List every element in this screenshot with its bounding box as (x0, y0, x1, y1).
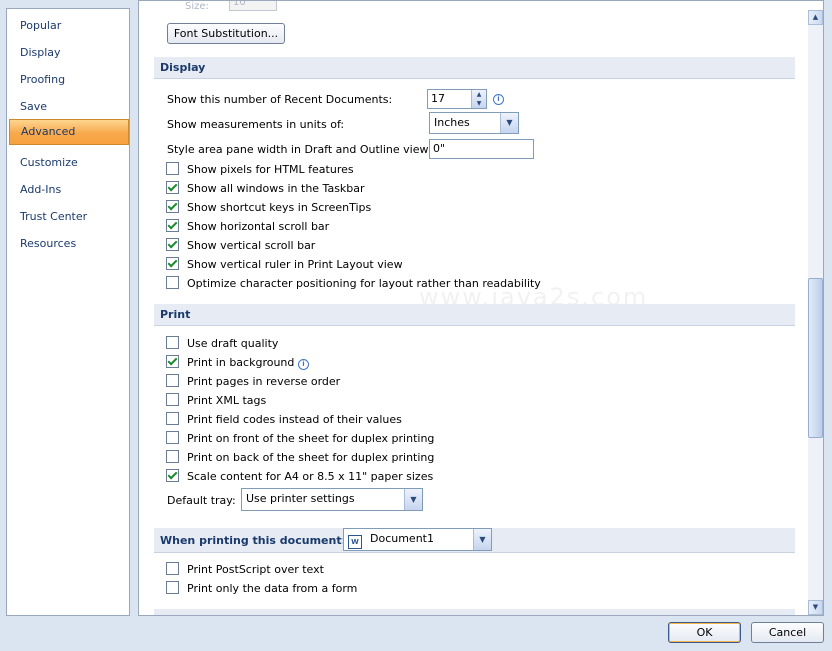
style-area-label: Style area pane width in Draft and Outli… (167, 143, 438, 156)
info-icon: i (297, 359, 309, 370)
checkbox-label: Show pixels for HTML features (187, 163, 354, 176)
nav-item-save[interactable]: Save (9, 95, 129, 119)
measurement-units-value: Inches (434, 116, 470, 129)
checkbox-print-postscript[interactable]: Print PostScript over text (166, 562, 324, 578)
checkbox-print-field-codes[interactable]: Print field codes instead of their value… (166, 412, 402, 428)
scroll-down-icon[interactable]: ▼ (808, 600, 823, 615)
checkbox-scale-content-a4[interactable]: Scale content for A4 or 8.5 x 11" paper … (166, 469, 433, 485)
word-document-icon: W (348, 535, 362, 549)
checkbox-print-back-duplex[interactable]: Print on back of the sheet for duplex pr… (166, 450, 434, 466)
size-select[interactable]: 10 (229, 1, 277, 11)
checkbox-box[interactable] (166, 450, 179, 463)
checkbox-use-draft-quality[interactable]: Use draft quality (166, 336, 278, 352)
nav-item-add-ins[interactable]: Add-Ins (9, 178, 129, 202)
checkbox-print-xml-tags[interactable]: Print XML tags (166, 393, 266, 409)
checkbox-box[interactable] (166, 469, 179, 482)
checkbox-label: Print in background (187, 356, 295, 369)
nav-item-popular[interactable]: Popular (9, 14, 129, 38)
size-label: Size: (185, 1, 209, 11)
checkbox-box[interactable] (166, 393, 179, 406)
recent-documents-label: Show this number of Recent Documents: (167, 93, 393, 106)
default-tray-select[interactable]: Use printer settings ▼ (241, 488, 423, 511)
checkbox-label: Print pages in reverse order (187, 375, 341, 388)
chevron-down-icon[interactable]: ▼ (473, 529, 491, 550)
chevron-down-icon[interactable]: ▼ (404, 489, 422, 510)
measurements-label: Show measurements in units of: (167, 118, 345, 131)
checkbox-label: Show vertical scroll bar (187, 239, 316, 252)
checkbox-box[interactable] (166, 162, 179, 175)
document-value: Document1 (370, 532, 434, 545)
checkbox-label: Print XML tags (187, 394, 267, 407)
nav-item-display[interactable]: Display (9, 41, 129, 65)
options-content-panel: Size: 10 Font Substitution... Display Sh… (138, 0, 824, 616)
checkbox-label: Show all windows in the Taskbar (187, 182, 365, 195)
checkbox-box[interactable] (166, 219, 179, 232)
recent-documents-spinner[interactable]: 17 ▲ ▼ (427, 89, 487, 109)
scrollbar-thumb[interactable] (808, 278, 823, 438)
font-substitution-button[interactable]: Font Substitution... (167, 23, 285, 44)
checkbox-label: Print field codes instead of their value… (187, 413, 402, 426)
chevron-down-icon[interactable]: ▼ (500, 113, 518, 133)
checkbox-box[interactable] (166, 581, 179, 594)
display-section-header: Display (154, 57, 795, 79)
nav-item-resources[interactable]: Resources (9, 232, 129, 256)
checkbox-box[interactable] (166, 355, 179, 368)
checkbox-show-shortcut-keys[interactable]: Show shortcut keys in ScreenTips (166, 200, 371, 216)
checkbox-label: Show shortcut keys in ScreenTips (187, 201, 372, 214)
checkbox-show-pixels-html[interactable]: Show pixels for HTML features (166, 162, 354, 178)
info-icon: i (493, 94, 504, 105)
checkbox-box[interactable] (166, 431, 179, 444)
document-select[interactable]: W Document1 ▼ (343, 528, 492, 551)
default-tray-label: Default tray: (167, 494, 236, 507)
checkbox-label: Print only the data from a form (187, 582, 358, 595)
checkbox-show-all-windows[interactable]: Show all windows in the Taskbar (166, 181, 365, 197)
checkbox-show-vertical-scroll[interactable]: Show vertical scroll bar (166, 238, 315, 254)
spinner-arrows-icon[interactable]: ▲ ▼ (471, 90, 486, 108)
style-area-width-input[interactable]: 0" (429, 139, 534, 159)
checkbox-print-reverse-order[interactable]: Print pages in reverse order (166, 374, 340, 390)
checkbox-box[interactable] (166, 238, 179, 251)
checkbox-label: Print on front of the sheet for duplex p… (187, 432, 435, 445)
checkbox-show-vertical-ruler[interactable]: Show vertical ruler in Print Layout view (166, 257, 403, 273)
checkbox-print-in-background[interactable]: Print in background i (166, 355, 309, 371)
options-nav: Popular Display Proofing Save Advanced C… (6, 8, 130, 616)
measurement-units-select[interactable]: Inches ▼ (429, 112, 519, 134)
checkbox-label: Print PostScript over text (187, 563, 324, 576)
checkbox-label: Scale content for A4 or 8.5 x 11" paper … (187, 470, 434, 483)
nav-item-customize[interactable]: Customize (9, 151, 129, 175)
checkbox-box[interactable] (166, 336, 179, 349)
ok-button[interactable]: OK (668, 622, 741, 643)
vertical-scrollbar[interactable]: ▲ ▼ (808, 10, 823, 615)
checkbox-box[interactable] (166, 412, 179, 425)
checkbox-box[interactable] (166, 181, 179, 194)
default-tray-value: Use printer settings (246, 492, 355, 505)
scroll-up-icon[interactable]: ▲ (808, 10, 823, 25)
checkbox-show-horizontal-scroll[interactable]: Show horizontal scroll bar (166, 219, 329, 235)
nav-item-advanced[interactable]: Advanced (9, 119, 129, 145)
nav-item-proofing[interactable]: Proofing (9, 68, 129, 92)
print-section-header: Print (154, 304, 795, 326)
checkbox-label: Use draft quality (187, 337, 279, 350)
checkbox-box[interactable] (166, 276, 179, 289)
checkbox-label: Show vertical ruler in Print Layout view (187, 258, 403, 271)
checkbox-box[interactable] (166, 257, 179, 270)
checkbox-print-front-duplex[interactable]: Print on front of the sheet for duplex p… (166, 431, 434, 447)
next-section-header (154, 609, 795, 615)
checkbox-box[interactable] (166, 200, 179, 213)
cancel-button[interactable]: Cancel (751, 622, 824, 643)
recent-documents-value: 17 (431, 92, 445, 105)
checkbox-label: Show horizontal scroll bar (187, 220, 330, 233)
checkbox-box[interactable] (166, 374, 179, 387)
checkbox-print-form-data[interactable]: Print only the data from a form (166, 581, 357, 597)
checkbox-box[interactable] (166, 562, 179, 575)
nav-item-trust-center[interactable]: Trust Center (9, 205, 129, 229)
checkbox-label: Print on back of the sheet for duplex pr… (187, 451, 435, 464)
